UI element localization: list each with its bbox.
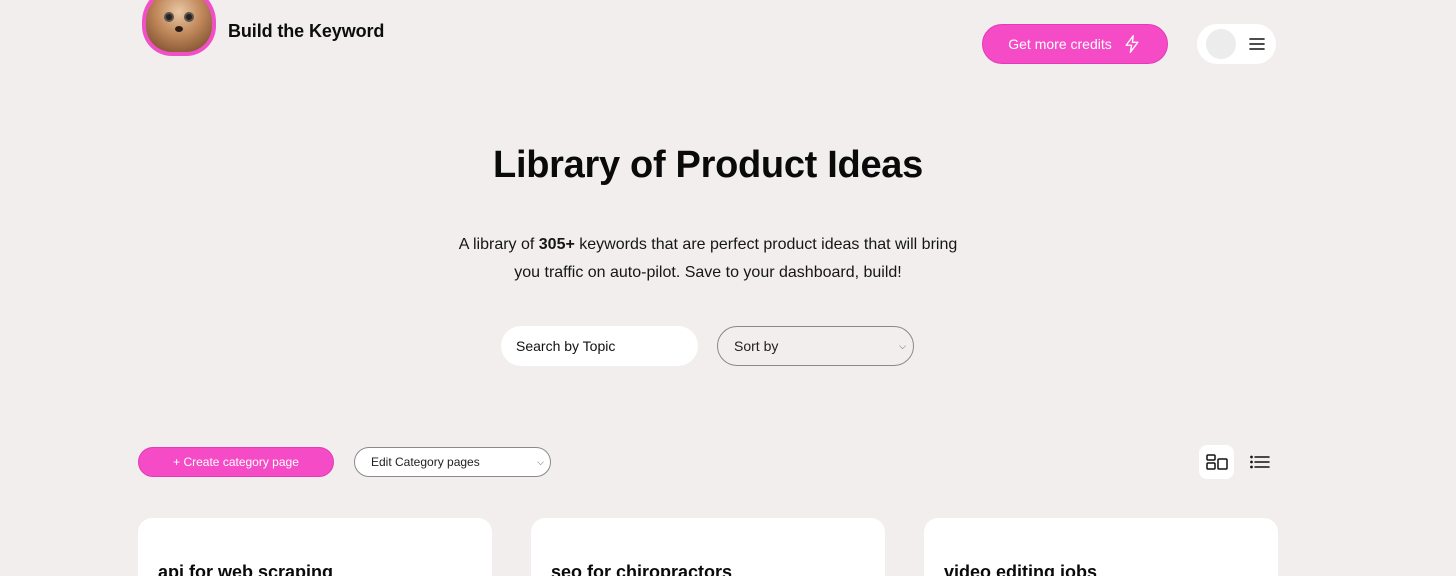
logo-eye — [184, 12, 194, 22]
edit-category-label: Edit Category pages — [371, 455, 480, 469]
card-title: video editing jobs — [944, 562, 1098, 576]
avatar[interactable] — [1206, 29, 1236, 59]
user-menu[interactable] — [1197, 24, 1276, 64]
create-category-page-button[interactable]: + Create category page — [138, 447, 334, 477]
edit-category-pages-select[interactable]: Edit Category pages ⌵ — [354, 447, 551, 477]
keyword-card[interactable]: video editing jobs — [924, 518, 1278, 576]
dog-logo-image — [146, 0, 212, 52]
logo-nose — [175, 26, 183, 32]
keyword-card[interactable]: api for web scraping — [138, 518, 492, 576]
chevron-down-icon: ⌵ — [899, 340, 906, 351]
logo[interactable] — [142, 0, 216, 56]
card-title: api for web scraping — [158, 562, 334, 576]
logo-eye — [164, 12, 174, 22]
page-subtitle: A library of 305+ keywords that are perf… — [400, 231, 1016, 287]
lightning-icon — [1125, 35, 1139, 53]
search-input[interactable]: Search by Topic — [501, 326, 698, 366]
list-view-icon — [1250, 455, 1270, 469]
page: Build the Keyword Get more credits Libra… — [0, 0, 1456, 576]
chevron-down-icon: ⌵ — [537, 456, 544, 467]
subtitle-text-start: A library of — [458, 236, 539, 253]
subtitle-text-end: keywords that are perfect product ideas … — [574, 236, 958, 253]
credits-button-label: Get more credits — [1008, 36, 1112, 52]
search-placeholder: Search by Topic — [516, 338, 616, 354]
page-title: Library of Product Ideas — [493, 144, 923, 186]
sort-label: Sort by — [734, 338, 779, 354]
sort-select[interactable]: Sort by ⌵ — [717, 326, 914, 366]
keyword-count: 305+ — [538, 236, 575, 253]
grid-view-icon — [1205, 454, 1228, 470]
card-title: seo for chiropractors — [551, 562, 733, 576]
get-more-credits-button[interactable]: Get more credits — [982, 24, 1168, 64]
grid-view-button[interactable] — [1199, 445, 1234, 479]
keyword-card[interactable]: seo for chiropractors — [531, 518, 885, 576]
subtitle-line-2: you traffic on auto-pilot. Save to your … — [514, 264, 902, 281]
brand-name[interactable]: Build the Keyword — [228, 21, 384, 42]
hamburger-icon[interactable] — [1248, 36, 1266, 52]
list-view-button[interactable] — [1245, 445, 1275, 479]
